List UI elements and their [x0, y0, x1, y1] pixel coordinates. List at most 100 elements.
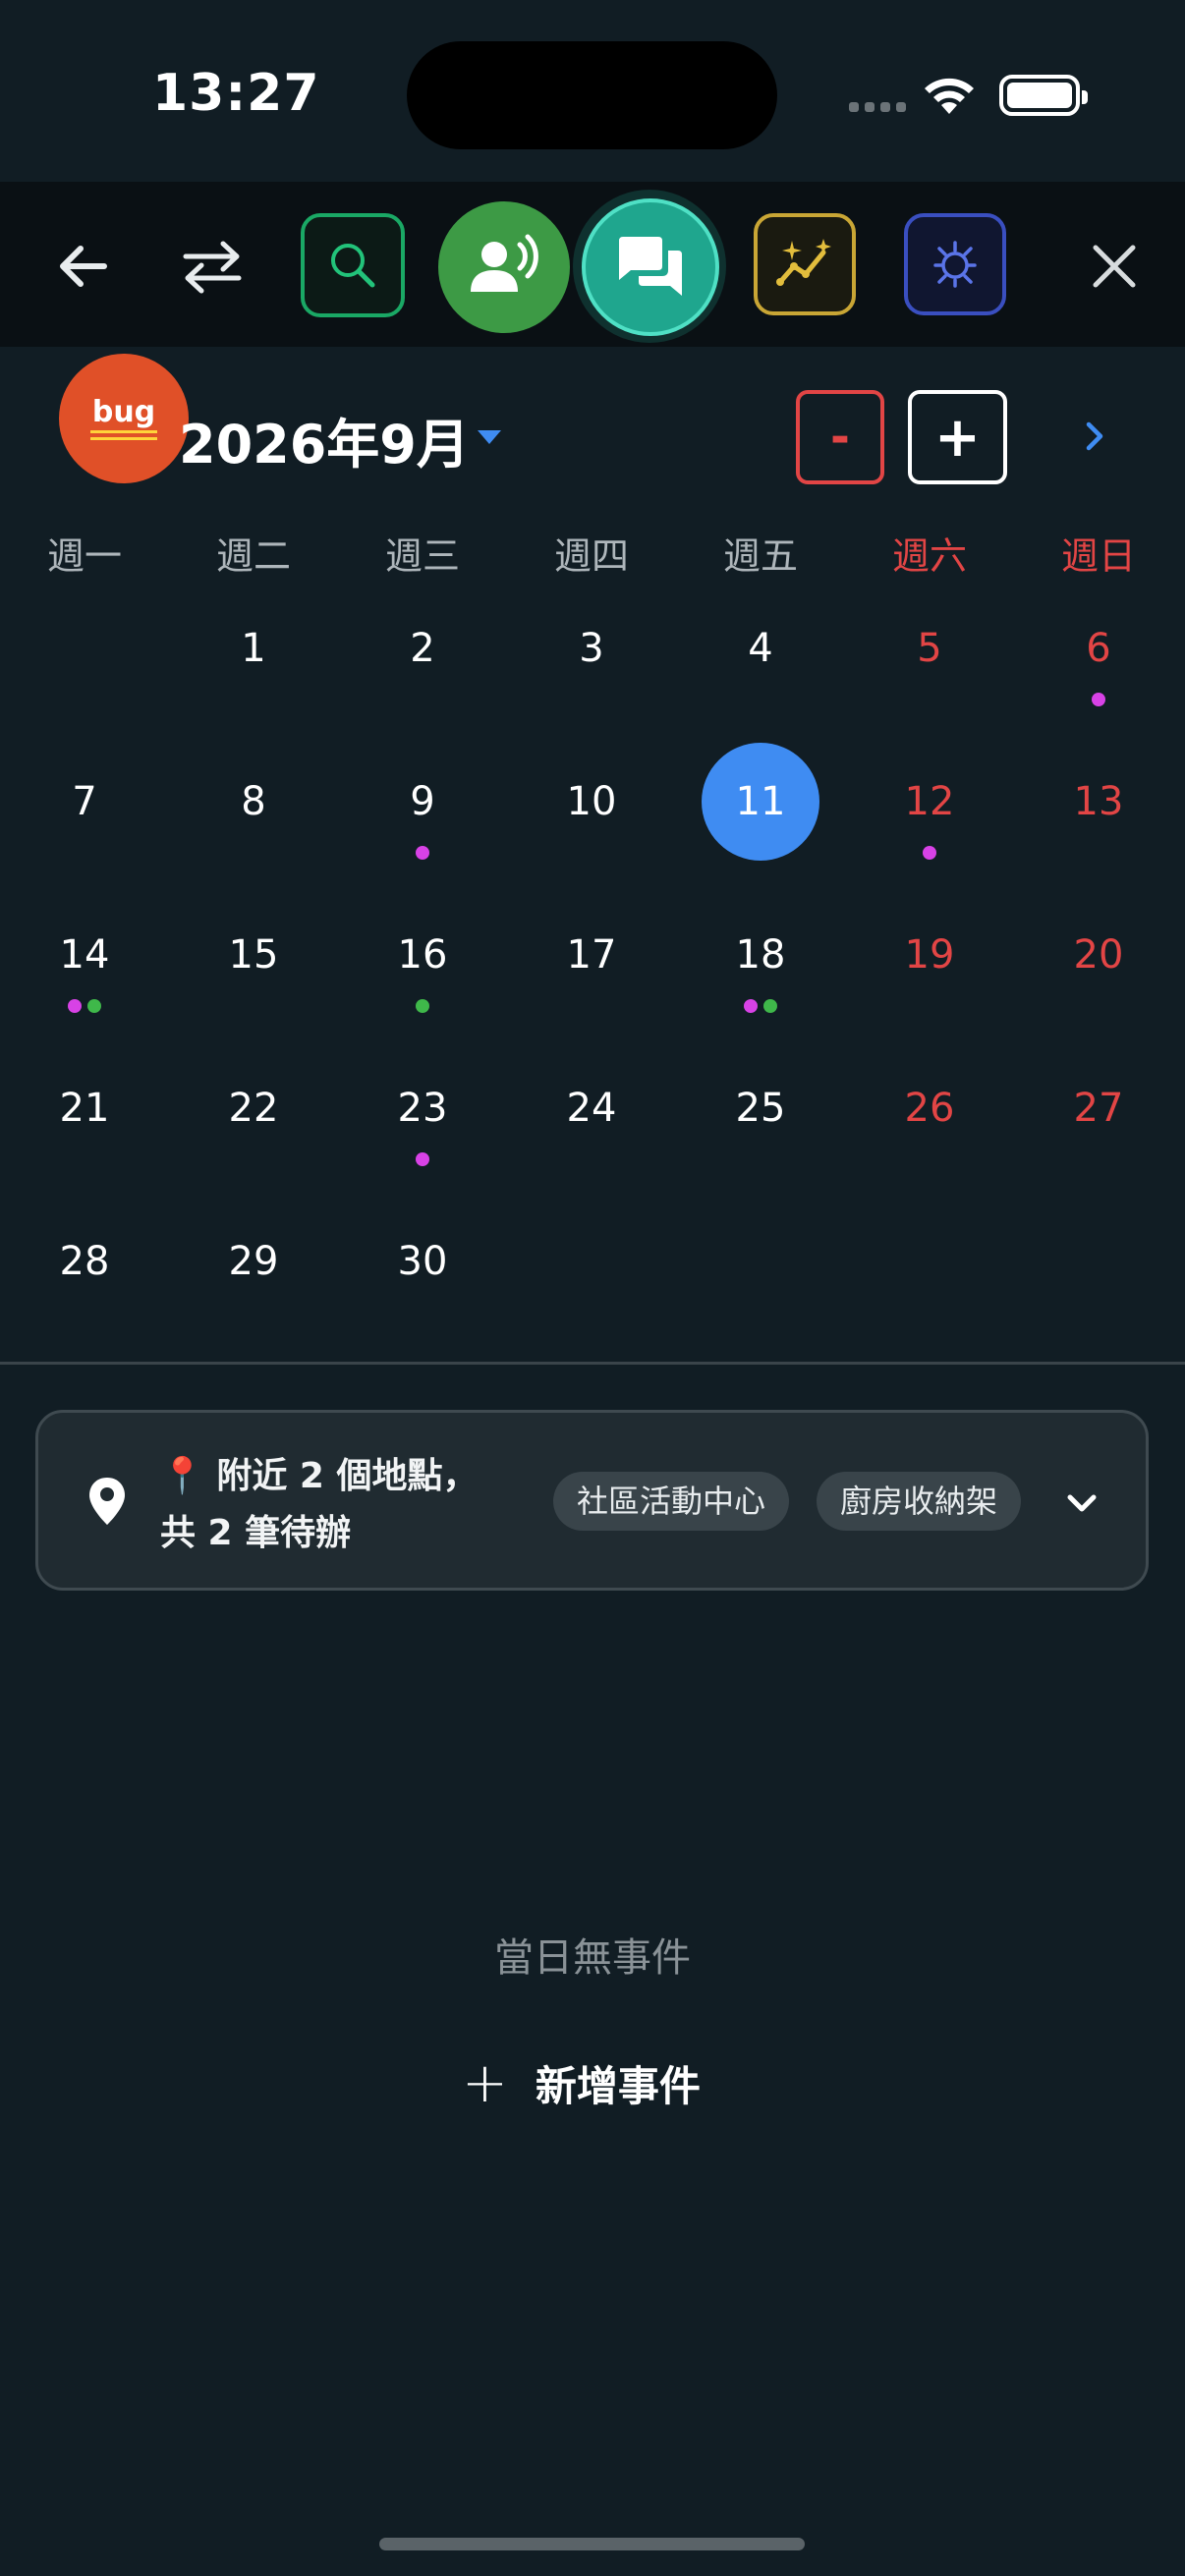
event-dot-magenta: [416, 846, 429, 860]
weekday-label: 週四: [553, 534, 629, 578]
calendar-day[interactable]: 25: [676, 1054, 845, 1207]
add-event-button[interactable]: + 新增事件: [462, 2048, 701, 2117]
weekday-label: 週三: [384, 534, 460, 578]
calendar-day[interactable]: 26: [845, 1054, 1014, 1207]
calendar-day[interactable]: 30: [338, 1207, 507, 1361]
event-indicators: [676, 999, 845, 1013]
event-indicators: [845, 846, 1014, 860]
calendar-day[interactable]: 15: [169, 901, 338, 1054]
calendar-day[interactable]: 19: [845, 901, 1014, 1054]
status-bar: 13:27: [0, 0, 1185, 182]
day-number: 15: [228, 932, 279, 978]
swap-button[interactable]: [169, 223, 255, 309]
event-dot-magenta: [68, 999, 82, 1013]
calendar-day[interactable]: 22: [169, 1054, 338, 1207]
event-indicators: [338, 1152, 507, 1166]
day-number: 14: [59, 932, 110, 978]
calendar-day[interactable]: 28: [0, 1207, 169, 1361]
day-number: 16: [397, 932, 448, 978]
day-number: 3: [579, 626, 604, 671]
swap-arrows-icon: [183, 241, 242, 294]
day-number: 18: [735, 932, 786, 978]
event-dot-magenta: [1092, 693, 1105, 706]
calendar-day[interactable]: 11: [676, 743, 845, 901]
weekday-label: 週六: [891, 534, 967, 578]
calendar-day[interactable]: 9: [338, 748, 507, 901]
bug-badge-label: bug: [91, 394, 156, 429]
debug-button[interactable]: [904, 213, 1006, 315]
chevron-right-icon[interactable]: [1071, 413, 1118, 460]
calendar-day[interactable]: 27: [1014, 1054, 1183, 1207]
back-button[interactable]: [39, 223, 126, 309]
day-number: 12: [904, 779, 955, 824]
calendar-day[interactable]: 8: [169, 748, 338, 901]
event-indicators: [338, 846, 507, 860]
nearby-summary-line2: 共 2 筆待辦: [160, 1513, 352, 1553]
calendar-day[interactable]: 6: [1014, 594, 1183, 748]
calendar-day[interactable]: 3: [507, 594, 676, 748]
calendar-day[interactable]: 20: [1014, 901, 1183, 1054]
chevron-down-icon[interactable]: [1062, 1484, 1101, 1523]
day-number: 21: [59, 1086, 110, 1131]
calendar-day[interactable]: 5: [845, 594, 1014, 748]
calendar-day[interactable]: 4: [676, 594, 845, 748]
day-number: 25: [735, 1086, 786, 1131]
calendar-day[interactable]: 10: [507, 748, 676, 901]
day-number: 26: [904, 1086, 955, 1131]
day-number: 5: [917, 626, 942, 671]
day-number: 11: [735, 779, 786, 824]
plus-icon: +: [462, 2050, 508, 2115]
calendar-day[interactable]: 18: [676, 901, 845, 1054]
status-time: 13:27: [152, 64, 320, 123]
month-dropdown-icon[interactable]: [478, 430, 501, 444]
chat-icon: [619, 237, 682, 296]
day-number: 30: [397, 1239, 448, 1284]
calendar-day[interactable]: 24: [507, 1054, 676, 1207]
calendar-day[interactable]: 21: [0, 1054, 169, 1207]
location-chip[interactable]: 廚房收納架: [817, 1472, 1022, 1531]
bug-report-button[interactable]: bug: [59, 354, 189, 483]
calendar-day[interactable]: 14: [0, 901, 169, 1054]
zoom-in-button[interactable]: +: [908, 390, 1007, 484]
weekday-label: 週日: [1060, 534, 1136, 578]
month-title[interactable]: 2026年9月: [179, 401, 470, 478]
day-number: 9: [410, 779, 435, 824]
day-number: 4: [748, 626, 773, 671]
event-indicators: [1014, 693, 1183, 706]
close-button[interactable]: [1071, 223, 1157, 309]
voice-button[interactable]: [438, 201, 570, 333]
event-dot-magenta: [416, 1152, 429, 1166]
zoom-out-button[interactable]: -: [796, 390, 884, 484]
event-indicators: [0, 999, 169, 1013]
calendar-day[interactable]: 16: [338, 901, 507, 1054]
close-icon: [1093, 245, 1136, 288]
search-button[interactable]: [301, 213, 405, 317]
event-dot-green: [763, 999, 777, 1013]
nearby-summary: 📍 附近 2 個地點， 共 2 筆待辦: [160, 1448, 553, 1562]
weekday-label: 週五: [722, 534, 798, 578]
calendar-day[interactable]: 13: [1014, 748, 1183, 901]
calendar-day[interactable]: 12: [845, 748, 1014, 901]
calendar-day[interactable]: 23: [338, 1054, 507, 1207]
trend-button[interactable]: [754, 213, 856, 315]
calendar-day[interactable]: 1: [169, 594, 338, 748]
location-chip[interactable]: 社區活動中心: [553, 1472, 790, 1531]
search-icon: [331, 244, 375, 288]
top-toolbar: [0, 182, 1185, 347]
chat-button[interactable]: [582, 198, 719, 336]
event-dot-green: [87, 999, 101, 1013]
dynamic-island: [407, 41, 777, 149]
calendar-day[interactable]: 29: [169, 1207, 338, 1361]
nearby-locations-card[interactable]: 📍 附近 2 個地點， 共 2 筆待辦 社區活動中心 廚房收納架: [35, 1410, 1149, 1591]
calendar-day[interactable]: 2: [338, 594, 507, 748]
day-number: 19: [904, 932, 955, 978]
event-dot-magenta: [923, 846, 936, 860]
weekday-label: 週一: [46, 534, 122, 578]
calendar-day[interactable]: 17: [507, 901, 676, 1054]
day-number: 22: [228, 1086, 279, 1131]
pushpin-emoji: 📍: [160, 1456, 204, 1496]
event-dot-green: [416, 999, 429, 1013]
add-event-label: 新增事件: [535, 2061, 701, 2110]
day-number: 29: [228, 1239, 279, 1284]
calendar-day[interactable]: 7: [0, 748, 169, 901]
